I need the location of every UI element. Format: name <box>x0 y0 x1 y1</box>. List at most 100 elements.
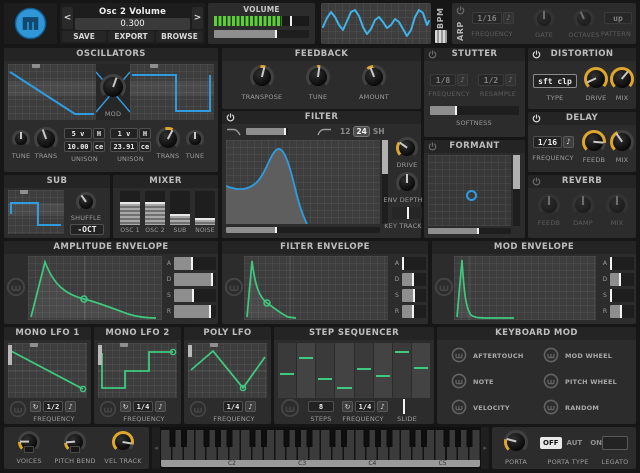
sub-shape-handle[interactable] <box>20 190 28 194</box>
keyboard-keys[interactable] <box>161 430 480 460</box>
pitch-wheel-mod-knob[interactable] <box>543 373 559 389</box>
aftertouch-mod-knob[interactable] <box>451 347 467 363</box>
osc-mod-knob[interactable] <box>100 74 126 100</box>
preset-title[interactable]: Osc 2 Volume <box>75 7 190 17</box>
keyboard-scroll-left[interactable]: ◂ <box>152 427 160 469</box>
mod-env-r-slider[interactable] <box>610 305 634 318</box>
feedback-amount-knob[interactable] <box>362 65 386 89</box>
seq-note-icon[interactable]: ♪ <box>377 401 388 412</box>
seq-step-3[interactable] <box>316 343 335 398</box>
porta-knob[interactable] <box>504 430 528 454</box>
seq-step-8[interactable] <box>411 343 430 398</box>
arp-pattern-display[interactable]: up <box>604 12 632 24</box>
filter-resonance-slider[interactable] <box>382 140 388 224</box>
bpm-slider[interactable] <box>435 30 447 43</box>
vel-track-knob[interactable] <box>112 431 134 453</box>
lfo2-shape-handle[interactable] <box>120 343 128 347</box>
lfo1-display[interactable] <box>8 343 87 398</box>
arp-octaves-knob[interactable] <box>574 9 594 29</box>
osc1-trans-knob[interactable] <box>34 127 58 151</box>
sub-octave-display[interactable]: -OCT <box>70 224 104 235</box>
osc2-trans-knob[interactable] <box>156 127 180 151</box>
filter-morph-slider[interactable] <box>246 128 288 135</box>
lfo1-frequency-display[interactable]: 1/2 <box>43 401 63 412</box>
distortion-power-button[interactable] <box>532 50 541 59</box>
note-mod-knob[interactable] <box>451 373 467 389</box>
formant-xy-cursor[interactable] <box>466 190 477 201</box>
arp-frequency-note-icon[interactable]: ♪ <box>503 12 514 24</box>
osc2-unison-mode[interactable]: H <box>139 128 151 139</box>
formant-power-button[interactable] <box>428 142 437 151</box>
filter-env-r-slider[interactable] <box>402 305 426 318</box>
lfo1-sync-button[interactable]: ↻ <box>30 401 41 412</box>
stutter-softness-slider[interactable] <box>430 106 519 115</box>
osc1-detune-value[interactable]: 10.00 <box>64 141 92 152</box>
osc2-detune-value[interactable]: 23.91 <box>110 141 138 152</box>
delay-frequency-note-icon[interactable]: ♪ <box>563 136 574 148</box>
mod-wheel-mod-knob[interactable] <box>543 347 559 363</box>
filter-env-display[interactable] <box>244 256 388 320</box>
stutter-resample-note-icon[interactable]: ♪ <box>505 74 516 86</box>
reverb-damp-knob[interactable] <box>572 194 594 216</box>
delay-frequency-display[interactable]: 1/16 <box>533 136 562 148</box>
keyboard-black-keys[interactable] <box>161 430 480 447</box>
volume-slider[interactable] <box>214 30 309 38</box>
osc1-waveform-display[interactable] <box>8 64 96 120</box>
reverb-feedb-knob[interactable] <box>538 194 560 216</box>
poly-lfo-start-handle[interactable] <box>188 345 192 357</box>
filter-drive-knob[interactable] <box>396 137 418 159</box>
poly-lfo-shape-handle[interactable] <box>210 343 218 347</box>
mixer-noise-slider[interactable] <box>195 191 215 225</box>
arp-gate-knob[interactable] <box>534 9 554 29</box>
amp-env-d-slider[interactable] <box>174 273 216 286</box>
filter-env-s-slider[interactable] <box>402 289 426 302</box>
filter-env-d-slider[interactable] <box>402 273 426 286</box>
reverb-mix-knob[interactable] <box>606 194 628 216</box>
distortion-type-display[interactable]: sft clp <box>533 74 577 88</box>
lfo2-start-handle[interactable] <box>98 345 102 365</box>
export-button[interactable]: EXPORT <box>108 31 154 42</box>
osc2-shape-handle[interactable] <box>150 64 158 68</box>
stutter-frequency-note-icon[interactable]: ♪ <box>457 74 468 86</box>
seq-step-4[interactable] <box>335 343 354 398</box>
osc2-unison-voices[interactable]: 1 v <box>110 128 138 139</box>
filter-env-a-slider[interactable] <box>402 257 426 270</box>
feedback-transpose-knob[interactable] <box>250 65 274 89</box>
lfo2-frequency-display[interactable]: 1/4 <box>133 401 153 412</box>
feedback-tune-knob[interactable] <box>306 65 330 89</box>
seq-step-6[interactable] <box>373 343 392 398</box>
lfo1-note-icon[interactable]: ♪ <box>65 401 76 412</box>
sub-waveform-display[interactable] <box>8 190 64 234</box>
filter-key-track-slider[interactable] <box>392 207 422 219</box>
amp-env-display[interactable] <box>28 256 162 320</box>
porta-type-off[interactable]: OFF <box>540 437 562 449</box>
stutter-frequency-display[interactable]: 1/8 <box>430 74 456 86</box>
formant-y-slider[interactable] <box>513 155 520 226</box>
distortion-drive-knob[interactable] <box>584 67 608 91</box>
mod-env-d-slider[interactable] <box>610 273 634 286</box>
filter-slope-24[interactable]: 24 <box>353 126 370 137</box>
filter-response-display[interactable] <box>226 140 380 224</box>
stutter-resample-display[interactable]: 1/2 <box>478 74 504 86</box>
seq-step-2[interactable] <box>297 343 316 398</box>
amp-env-a-slider[interactable] <box>174 257 216 270</box>
delay-power-button[interactable] <box>532 114 541 123</box>
lfo1-start-handle[interactable] <box>8 345 12 365</box>
delay-feedb-knob[interactable] <box>582 130 606 154</box>
formant-x-slider[interactable] <box>428 228 511 234</box>
seq-sync-button[interactable]: ↻ <box>342 401 353 412</box>
filter-env-depth-knob[interactable] <box>396 172 418 194</box>
mod-env-a-slider[interactable] <box>610 257 634 270</box>
lfo2-sync-button[interactable]: ↻ <box>120 401 131 412</box>
poly-lfo-display[interactable] <box>188 343 267 398</box>
seq-step-1[interactable] <box>278 343 297 398</box>
keyboard-scroll-right[interactable]: ▸ <box>481 427 489 469</box>
lfo2-note-icon[interactable]: ♪ <box>155 401 166 412</box>
seq-step-7[interactable] <box>392 343 411 398</box>
sub-shuffle-knob[interactable] <box>76 192 96 212</box>
seq-steps-display[interactable]: 8 <box>308 401 334 412</box>
delay-mix-knob[interactable] <box>610 130 634 154</box>
mixer-osc2-slider[interactable] <box>145 191 165 225</box>
amp-env-r-slider[interactable] <box>174 305 216 318</box>
filter-cutoff-slider[interactable] <box>226 227 380 233</box>
